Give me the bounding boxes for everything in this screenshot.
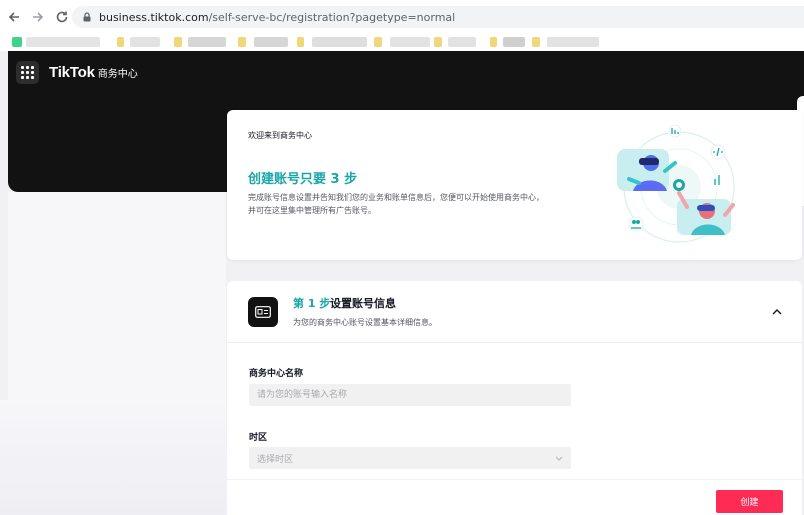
bookmark-item[interactable]: [503, 37, 525, 47]
business-center-name-input[interactable]: [249, 384, 571, 406]
left-background-fade: [0, 400, 226, 515]
chevron-up-icon[interactable]: [770, 305, 784, 319]
welcome-description-line: 并可在这里集中管理所有广告账号。: [248, 206, 376, 215]
business-center-name-label: 商务中心名称: [249, 369, 304, 379]
welcome-card: 欢迎来到商务中心 创建账号只要 3 步 完成账号信息设置并告知我们您的业务和账单…: [227, 110, 802, 260]
welcome-description: 完成账号信息设置并告知我们您的业务和账单信息后，您便可以开始使用商务中心， 并可…: [248, 191, 568, 217]
timezone-select[interactable]: 选择时区: [249, 447, 571, 469]
create-button[interactable]: 创建: [716, 490, 783, 513]
browser-toolbar: business.tiktok.com/self-serve-bc/regist…: [0, 0, 804, 33]
grid-icon: [21, 66, 24, 69]
bookmark-item[interactable]: [117, 37, 124, 47]
bookmark-item[interactable]: [130, 37, 160, 47]
bookmark-item[interactable]: [12, 37, 22, 47]
brand-logo[interactable]: TikTok 商务中心: [49, 64, 138, 81]
address-bar[interactable]: business.tiktok.com/self-serve-bc/regist…: [72, 6, 804, 28]
forward-button[interactable]: [28, 7, 48, 27]
step-title: 设置账号信息: [330, 297, 396, 310]
back-button[interactable]: [4, 7, 24, 27]
bookmark-item[interactable]: [238, 37, 246, 47]
reload-icon: [56, 11, 68, 22]
footer-action-bar: 创建: [227, 479, 802, 515]
welcome-title: 创建账号只要 3 步: [248, 172, 358, 187]
reload-button[interactable]: [52, 7, 72, 27]
bookmark-item[interactable]: [547, 37, 599, 47]
brand-name: TikTok: [49, 64, 95, 81]
welcome-description-line: 完成账号信息设置并告知我们您的业务和账单信息后，您便可以开始使用商务中心，: [248, 193, 544, 202]
bookmark-item[interactable]: [188, 37, 226, 47]
timezone-label: 时区: [249, 433, 268, 443]
bookmark-item[interactable]: [434, 37, 442, 47]
brand-subtitle: 商务中心: [97, 69, 138, 80]
timezone-placeholder: 选择时区: [257, 454, 294, 465]
step-header[interactable]: 第 1 步 设置账号信息 为您的商务中心账号设置基本详细信息。: [227, 281, 802, 343]
bookmark-item[interactable]: [254, 37, 288, 47]
bookmark-item[interactable]: [312, 37, 367, 47]
bookmark-item[interactable]: [448, 37, 476, 47]
bookmark-item[interactable]: [532, 37, 540, 47]
arrow-right-icon: [33, 11, 44, 22]
url-path: /self-serve-bc/registration?pagetype=nor…: [208, 10, 456, 24]
welcome-label: 欢迎来到商务中心: [248, 131, 312, 140]
url-host: business.tiktok.com: [99, 10, 209, 24]
bookmark-item[interactable]: [174, 37, 182, 47]
step-description: 为您的商务中心账号设置基本详细信息。: [293, 318, 437, 327]
bookmarks-bar: [0, 33, 804, 51]
welcome-illustration: [617, 125, 735, 243]
arrow-left-icon: [8, 11, 19, 22]
app-switcher-button[interactable]: [16, 61, 39, 84]
bookmark-item[interactable]: [26, 37, 100, 47]
id-card-icon: [248, 297, 278, 327]
chevron-down-icon: [555, 456, 563, 461]
bookmark-item[interactable]: [374, 37, 382, 47]
bookmark-item[interactable]: [390, 37, 430, 47]
step-number: 第 1 步: [293, 297, 331, 310]
bookmark-item[interactable]: [490, 37, 497, 47]
bookmark-item[interactable]: [297, 37, 304, 47]
lock-icon: [83, 12, 91, 22]
